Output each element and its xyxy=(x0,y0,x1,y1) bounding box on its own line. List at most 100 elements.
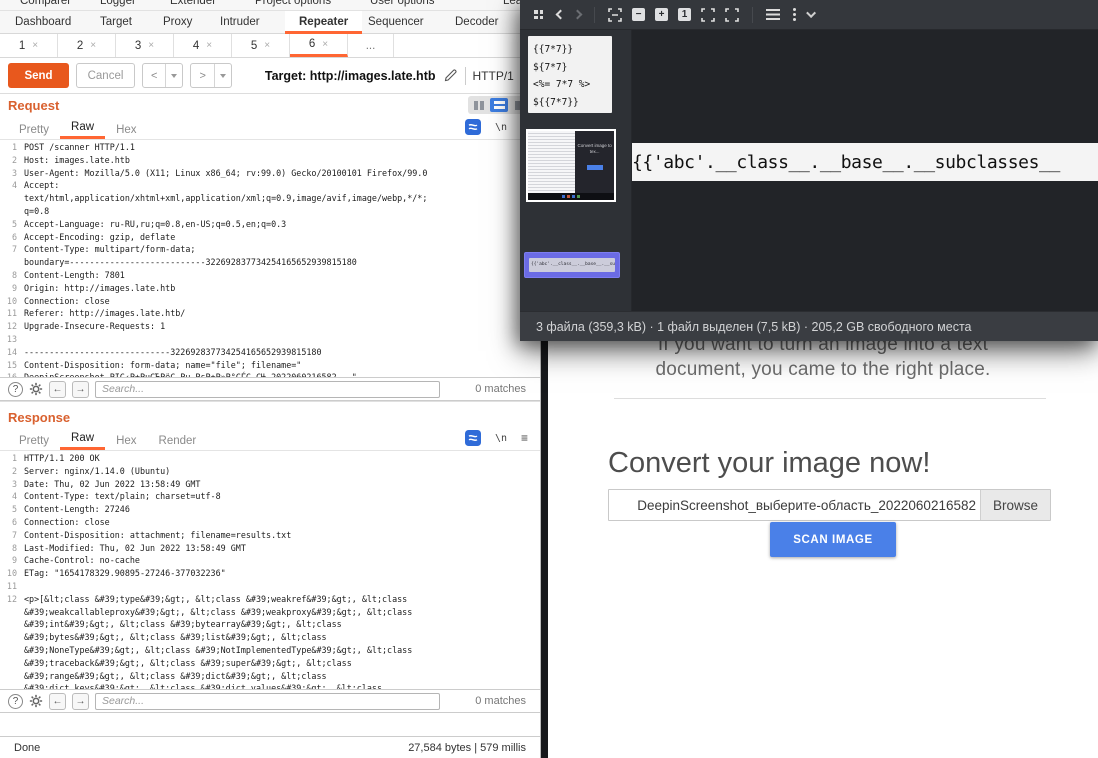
tab-extender[interactable]: Extender xyxy=(170,0,216,7)
send-button[interactable]: Send xyxy=(8,63,69,88)
list-view-icon[interactable] xyxy=(766,9,780,20)
fullscreen-icon[interactable] xyxy=(701,8,715,22)
http-version-select[interactable]: HTTP/1 xyxy=(473,69,514,83)
response-search-input[interactable] xyxy=(95,693,440,710)
tab-comparer[interactable]: Comparer xyxy=(20,0,71,7)
thumbnail-screenshot[interactable]: Convert image to tex... xyxy=(526,129,616,202)
request-editor-row: 10Connection: close xyxy=(0,295,540,308)
response-tab-pretty[interactable]: Pretty xyxy=(8,432,60,450)
request-editor[interactable]: 1POST /scanner HTTP/1.1 2Host: images.la… xyxy=(0,140,540,377)
inspector-filter-icon[interactable] xyxy=(465,119,481,135)
response-tab-raw[interactable]: Raw xyxy=(60,429,105,450)
zoom-fit-icon[interactable] xyxy=(608,8,622,22)
menu-icon[interactable]: ≡ xyxy=(521,431,528,445)
repeater-tab-4[interactable]: 4× xyxy=(174,34,232,57)
forward-button[interactable]: > xyxy=(190,63,231,88)
help-icon[interactable]: ? xyxy=(8,382,23,397)
back-dropdown-icon[interactable] xyxy=(165,64,182,87)
close-tab-icon[interactable]: × xyxy=(264,40,270,51)
show-newlines-icon[interactable]: \n xyxy=(495,433,507,444)
layout-columns-button[interactable] xyxy=(470,98,488,112)
repeater-tab-1[interactable]: 1× xyxy=(0,34,58,57)
browse-button[interactable]: Browse xyxy=(980,490,1050,520)
close-tab-icon[interactable]: × xyxy=(148,40,154,51)
tab-proxy[interactable]: Proxy xyxy=(163,11,192,34)
repeater-tab-more[interactable]: ... xyxy=(348,34,394,57)
tab-decoder[interactable]: Decoder xyxy=(455,11,498,34)
back-icon[interactable] xyxy=(556,10,566,20)
request-tab-hex[interactable]: Hex xyxy=(105,121,147,139)
tab-user-options[interactable]: User options xyxy=(370,0,435,7)
tab-repeater[interactable]: Repeater xyxy=(285,11,362,34)
close-tab-icon[interactable]: × xyxy=(206,40,212,51)
repeater-tab-3[interactable]: 3× xyxy=(116,34,174,57)
response-header: Response xyxy=(0,401,540,427)
chevron-down-icon[interactable] xyxy=(806,8,816,18)
help-icon[interactable]: ? xyxy=(8,694,23,709)
burp-main-tab-row: Dashboard Target Proxy Intruder Repeater… xyxy=(0,11,540,34)
tagline-line2: document, you came to the right place. xyxy=(548,359,1098,381)
apps-grid-icon[interactable] xyxy=(534,10,543,19)
screen: If you want to turn an image into a text… xyxy=(0,0,1098,758)
status-done: Done xyxy=(14,742,40,754)
zoom-original-icon[interactable]: 1 xyxy=(678,8,691,21)
response-tab-render[interactable]: Render xyxy=(148,432,208,450)
zoom-in-icon[interactable]: + xyxy=(655,8,668,21)
back-button[interactable]: < xyxy=(142,63,183,88)
show-newlines-icon[interactable]: \n xyxy=(495,122,507,133)
cancel-button[interactable]: Cancel xyxy=(76,63,135,88)
tab-dashboard[interactable]: Dashboard xyxy=(15,11,71,34)
tab-sequencer[interactable]: Sequencer xyxy=(368,11,424,34)
zoom-out-icon[interactable]: − xyxy=(632,8,645,21)
response-editor[interactable]: 1HTTP/1.1 200 OK 2Server: nginx/1.14.0 (… xyxy=(0,451,540,689)
response-editor-row: 5Content-Length: 27246 xyxy=(0,503,540,516)
next-match-icon[interactable]: → xyxy=(72,693,89,710)
request-title: Request xyxy=(8,98,59,113)
inspector-filter-icon[interactable] xyxy=(465,430,481,446)
response-tab-hex[interactable]: Hex xyxy=(105,432,147,450)
repeater-tab-2[interactable]: 2× xyxy=(58,34,116,57)
repeater-tab-5[interactable]: 5× xyxy=(232,34,290,57)
thumbnail-selected-payload[interactable]: {{'abc'.__class__.__base__.__subclasses_… xyxy=(524,252,620,278)
image-preview-area[interactable]: {{'abc'.__class__.__base__.__subclasses_… xyxy=(632,30,1098,311)
toolbar-separator xyxy=(465,67,466,85)
thumbnail-text-line: {{7*7}} xyxy=(533,41,607,59)
close-tab-icon[interactable]: × xyxy=(322,39,328,50)
tab-project-options[interactable]: Project options xyxy=(255,0,331,7)
response-editor-row: 10ETag: "1654178329.90895-27246-37703223… xyxy=(0,567,540,580)
tab-target[interactable]: Target xyxy=(100,11,132,34)
scan-image-button[interactable]: SCAN IMAGE xyxy=(770,522,896,557)
response-editor-row: 7Content-Disposition: attachment; filena… xyxy=(0,529,540,542)
fit-window-icon[interactable] xyxy=(725,8,739,22)
request-view-tabs: Pretty Raw Hex \n ≡ xyxy=(0,116,540,140)
close-tab-icon[interactable]: × xyxy=(32,40,38,51)
status-bytes-time: 27,584 bytes | 579 millis xyxy=(408,742,526,754)
layout-rows-button[interactable] xyxy=(490,98,508,112)
more-options-icon[interactable] xyxy=(793,13,796,16)
forward-dropdown-icon[interactable] xyxy=(214,64,231,87)
file-input[interactable]: DeepinScreenshot_выберите-область_202206… xyxy=(608,489,1051,521)
request-tab-raw[interactable]: Raw xyxy=(60,118,105,139)
response-editor-row: &#39;NoneType&#39;&gt;, &lt;class &#39;N… xyxy=(0,644,540,657)
next-match-icon[interactable]: → xyxy=(72,381,89,398)
thumbnail-sidebar: {{7*7}}${7*7}<%= 7*7 %>${{7*7}} Convert … xyxy=(520,30,632,311)
response-editor-row: 6Connection: close xyxy=(0,516,540,529)
settings-gear-icon[interactable] xyxy=(29,694,43,708)
request-search-input[interactable] xyxy=(95,381,440,398)
prev-match-icon[interactable]: ← xyxy=(49,693,66,710)
repeater-tab-6[interactable]: 6× xyxy=(290,34,348,57)
tab-logger[interactable]: Logger xyxy=(100,0,136,7)
request-search-bar: ? ← → 0 matches xyxy=(0,377,540,401)
edit-target-pencil-icon[interactable] xyxy=(443,68,458,83)
tab-intruder[interactable]: Intruder xyxy=(220,11,260,34)
close-tab-icon[interactable]: × xyxy=(90,40,96,51)
request-tab-pretty[interactable]: Pretty xyxy=(8,121,60,139)
request-match-count: 0 matches xyxy=(475,383,526,395)
response-editor-row: 2Server: nginx/1.14.0 (Ubuntu) xyxy=(0,465,540,478)
request-editor-row: 2Host: images.late.htb xyxy=(0,154,540,167)
file-count-status: 3 файла (359,3 kB) · 1 файл выделен (7,5… xyxy=(536,320,972,334)
forward-icon[interactable] xyxy=(573,10,583,20)
settings-gear-icon[interactable] xyxy=(29,382,43,396)
thumbnail-text-file[interactable]: {{7*7}}${7*7}<%= 7*7 %>${{7*7}} xyxy=(528,36,612,113)
prev-match-icon[interactable]: ← xyxy=(49,381,66,398)
